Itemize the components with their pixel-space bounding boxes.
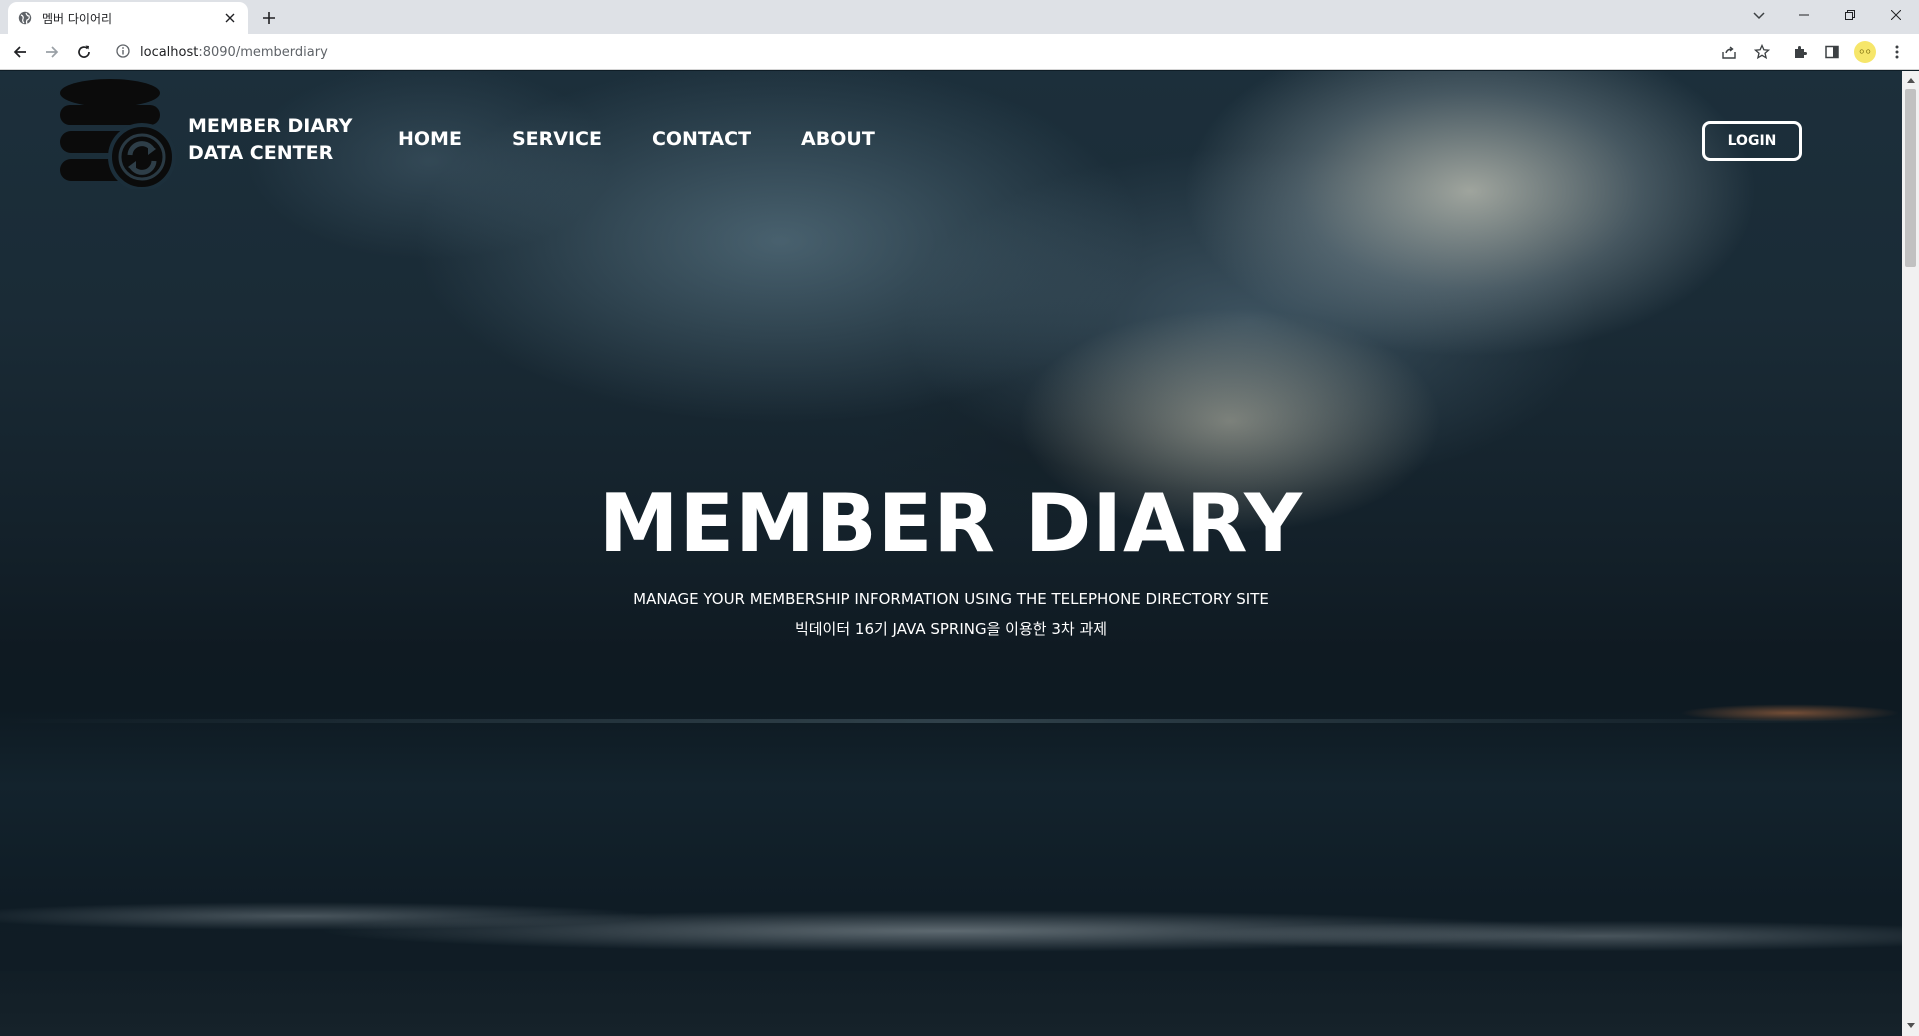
page-viewport: MEMBER DIARY DATA CENTER HOME SERVICE CO… [0, 71, 1902, 1036]
brand-line-2: DATA CENTER [188, 142, 334, 164]
browser-tab-strip: 멤버 다이어리 [0, 0, 1919, 34]
back-arrow-icon[interactable] [8, 40, 32, 64]
hero-subtitle-en: MANAGE YOUR MEMBERSHIP INFORMATION USING… [633, 590, 1269, 608]
main-nav: HOME SERVICE CONTACT ABOUT [398, 128, 925, 150]
tab-title: 멤버 다이어리 [42, 11, 113, 26]
bookmark-star-icon[interactable] [1750, 40, 1774, 64]
reload-icon[interactable] [72, 40, 96, 64]
side-panel-icon[interactable] [1820, 40, 1844, 64]
new-tab-button[interactable] [258, 7, 280, 29]
forward-arrow-icon[interactable] [40, 40, 64, 64]
brand-name[interactable]: MEMBER DIARY DATA CENTER [188, 113, 352, 167]
nav-service[interactable]: SERVICE [512, 128, 602, 150]
url-path: :8090/memberdiary [198, 44, 328, 60]
horizon-line [0, 719, 1902, 723]
restore-icon[interactable] [1827, 0, 1873, 30]
tab-search-chevron-icon[interactable] [1746, 4, 1772, 28]
share-icon[interactable] [1717, 40, 1741, 64]
browser-tab[interactable]: 멤버 다이어리 [8, 2, 248, 34]
window-controls [1781, 0, 1919, 34]
browser-toolbar: localhost:8090/memberdiary ㅇㅇ [0, 34, 1919, 70]
site-header: MEMBER DIARY DATA CENTER HOME SERVICE CO… [0, 71, 1902, 201]
database-sync-icon[interactable] [60, 77, 176, 191]
address-bar[interactable]: localhost:8090/memberdiary [110, 38, 1760, 66]
login-button[interactable]: LOGIN [1702, 121, 1802, 161]
globe-icon [18, 11, 32, 25]
nav-about[interactable]: ABOUT [801, 128, 875, 150]
nav-home[interactable]: HOME [398, 128, 462, 150]
extensions-puzzle-icon[interactable] [1788, 40, 1812, 64]
shore [0, 971, 1902, 1036]
page-scrollbar[interactable] [1902, 71, 1919, 1036]
scroll-down-arrow-icon[interactable] [1906, 1021, 1915, 1030]
nav-contact[interactable]: CONTACT [652, 128, 751, 150]
url-text: localhost:8090/memberdiary [140, 45, 328, 60]
more-menu-icon[interactable] [1885, 40, 1909, 64]
close-tab-icon[interactable] [222, 10, 238, 26]
brand-line-1: MEMBER DIARY [188, 115, 353, 137]
profile-avatar[interactable]: ㅇㅇ [1854, 41, 1876, 63]
url-host: localhost [140, 44, 199, 60]
close-window-icon[interactable] [1873, 0, 1919, 30]
scroll-up-arrow-icon[interactable] [1906, 75, 1915, 84]
site-info-icon[interactable] [116, 44, 132, 60]
hero-subtitle-ko: 빅데이터 16기 JAVA SPRING을 이용한 3차 과제 [794, 620, 1108, 638]
hero-section: MEMBER DIARY MANAGE YOUR MEMBERSHIP INFO… [0, 478, 1902, 644]
hero-subtitle: MANAGE YOUR MEMBERSHIP INFORMATION USING… [0, 584, 1902, 644]
hero-title: MEMBER DIARY [598, 477, 1304, 570]
minimize-icon[interactable] [1781, 0, 1827, 30]
scroll-thumb[interactable] [1905, 89, 1916, 267]
